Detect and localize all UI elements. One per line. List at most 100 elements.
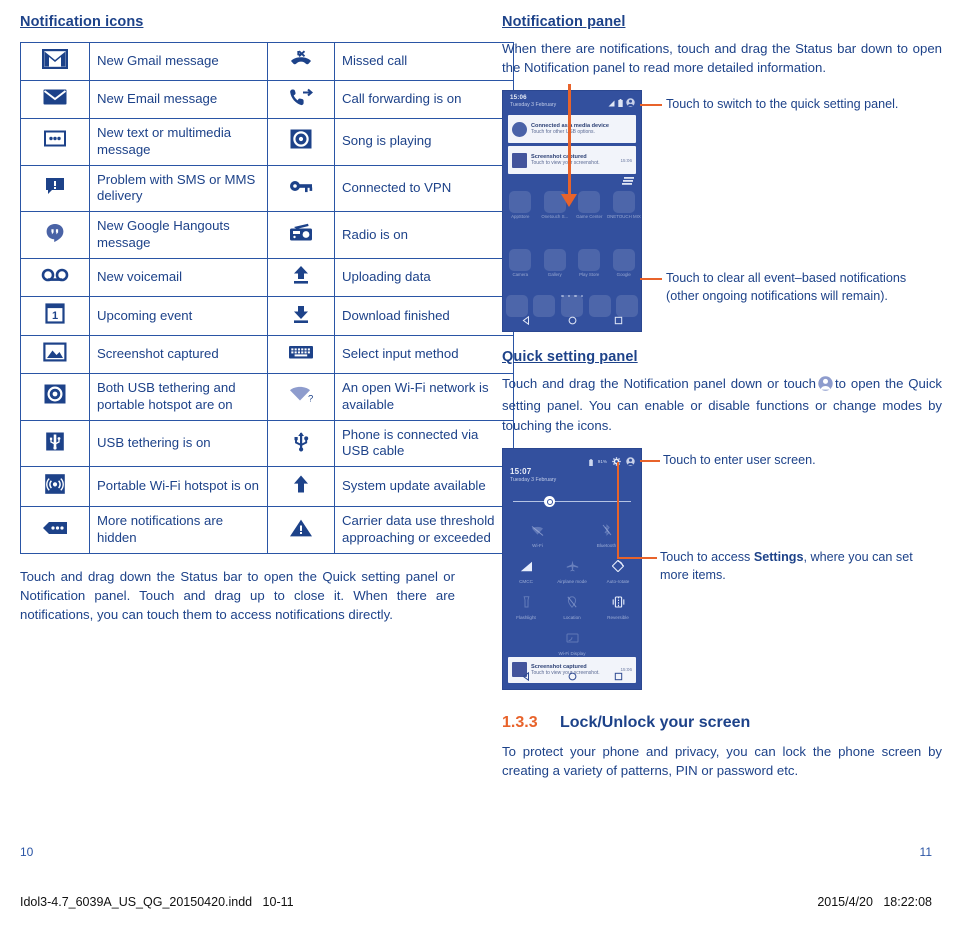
app-item[interactable]: AppStore bbox=[503, 191, 538, 219]
clear-all-bar[interactable] bbox=[508, 177, 636, 186]
qs-tile-wifi-display[interactable]: Wi-Fi Display bbox=[503, 631, 641, 656]
svg-text:?: ? bbox=[308, 394, 313, 404]
qs-tile-airplane[interactable]: Airplane mode bbox=[549, 559, 595, 584]
keyboard-icon bbox=[267, 334, 335, 374]
radio-icon bbox=[267, 211, 335, 260]
row-label: Song is playing bbox=[334, 117, 514, 166]
notification-panel-heading: Notification panel bbox=[502, 14, 626, 30]
app-item[interactable]: Game Center bbox=[572, 191, 607, 219]
app-item[interactable]: Gallery bbox=[538, 249, 573, 277]
qs-tile-label: Wi-Fi Display bbox=[558, 650, 586, 656]
row-label: New voicemail bbox=[89, 258, 268, 298]
table-row: New voicemail Uploading data bbox=[20, 258, 514, 298]
callout-pre: Touch to access bbox=[660, 549, 754, 564]
gallery-icon bbox=[543, 249, 566, 272]
app-label: ONETOUCH MIX bbox=[606, 214, 641, 220]
section-title: Lock/Unlock your screen bbox=[560, 713, 751, 731]
qs-tile-label: Flashlight bbox=[516, 614, 536, 620]
flashlight-icon bbox=[523, 596, 529, 608]
battery-percent: 91% bbox=[597, 459, 607, 465]
usb-tethering-icon bbox=[20, 419, 90, 468]
table-row: 1 Upcoming event Download finished bbox=[20, 296, 514, 336]
table-row: New Email message Call forwarding is on bbox=[20, 79, 514, 119]
callout-bold: Settings bbox=[753, 549, 804, 564]
qs-tile-label: CMCC bbox=[519, 578, 533, 584]
qs-tile-wifi[interactable]: Wi-Fi bbox=[503, 523, 572, 548]
qs-tile-reversible[interactable]: Reversible bbox=[595, 595, 641, 620]
qs-tile-bluetooth[interactable]: Bluetooth bbox=[572, 523, 641, 548]
brightness-slider[interactable] bbox=[513, 495, 631, 507]
notification-card[interactable]: Screenshot captured Touch to view your s… bbox=[508, 146, 636, 175]
recents-icon[interactable] bbox=[614, 668, 623, 686]
gear-leader-vertical bbox=[617, 461, 619, 559]
home-icon[interactable] bbox=[568, 312, 577, 330]
recents-icon[interactable] bbox=[614, 312, 623, 330]
status-icons bbox=[608, 94, 635, 112]
back-icon[interactable] bbox=[522, 312, 531, 330]
user-avatar-icon[interactable] bbox=[626, 453, 635, 471]
qs-tile-label: Wi-Fi bbox=[532, 542, 543, 548]
vpn-key-icon bbox=[267, 164, 335, 213]
missed-call-icon bbox=[267, 42, 335, 81]
download-icon bbox=[267, 296, 335, 336]
section-number: 1.3.3 bbox=[502, 713, 538, 731]
qs-tiles-row-4: Wi-Fi Display bbox=[503, 631, 641, 656]
notification-card[interactable]: Connected as a media device Touch for ot… bbox=[508, 115, 636, 144]
row-label: Select input method bbox=[334, 334, 514, 374]
call-forwarding-icon bbox=[267, 79, 335, 119]
brightness-knob[interactable] bbox=[543, 495, 555, 507]
app-label: Game Center bbox=[576, 214, 603, 220]
table-row: USB tethering is on Phone is connected v… bbox=[20, 419, 514, 468]
right-column: Notification panel When there are notifi… bbox=[502, 14, 942, 780]
callout-clear-notifications: Touch to clear all event–based notificat… bbox=[666, 271, 907, 304]
email-icon bbox=[20, 79, 90, 119]
nav-bar bbox=[503, 311, 641, 331]
open-wifi-icon: ? bbox=[267, 372, 335, 421]
app-label: Gallery bbox=[547, 272, 562, 278]
quick-setting-panel-paragraph: Touch and drag the Notification panel do… bbox=[502, 374, 942, 434]
section-header: 1.3.3 Lock/Unlock your screen bbox=[502, 714, 942, 732]
calendar-event-icon: 1 bbox=[20, 296, 90, 336]
avatar-leader bbox=[640, 459, 660, 462]
reversible-icon bbox=[612, 596, 624, 608]
qs-tile-location[interactable]: Location bbox=[549, 595, 595, 620]
callout-leader-top bbox=[640, 104, 662, 107]
notification-panel-paragraph: When there are notifications, touch and … bbox=[502, 41, 942, 76]
bluetooth-off-icon bbox=[602, 523, 611, 536]
app-item[interactable]: ONETOUCH MIX bbox=[607, 191, 642, 219]
qs-tiles-row-2: CMCC Airplane mode Auto-rotate bbox=[503, 559, 641, 584]
cast-icon bbox=[566, 633, 578, 643]
table-row: New Gmail message Missed call bbox=[20, 42, 514, 81]
qs-time: 15:07 bbox=[510, 466, 532, 476]
mobile-data-icon bbox=[520, 561, 532, 571]
row-label: New Email message bbox=[89, 79, 268, 119]
signal-icon bbox=[608, 94, 615, 112]
app-item[interactable]: Play Store bbox=[572, 249, 607, 277]
left-column: Notification icons New Gmail message Mis… bbox=[20, 14, 514, 624]
callout-leader-bottom bbox=[640, 278, 662, 281]
screenshot-thumb-icon bbox=[512, 152, 527, 168]
home-icon[interactable] bbox=[568, 668, 577, 686]
more-notifications-icon bbox=[20, 506, 90, 555]
svg-text:1: 1 bbox=[52, 310, 58, 322]
camera-icon bbox=[509, 249, 532, 272]
battery-icon bbox=[618, 94, 623, 112]
qs-tile-label: Location bbox=[563, 614, 581, 620]
notification-icons-table: New Gmail message Missed call New Email … bbox=[20, 42, 514, 555]
qs-tile-mobile-data[interactable]: CMCC bbox=[503, 559, 549, 584]
row-label: Portable Wi-Fi hotspot is on bbox=[89, 466, 268, 508]
qs-tile-flashlight[interactable]: Flashlight bbox=[503, 595, 549, 620]
app-item[interactable]: Camera bbox=[503, 249, 538, 277]
back-icon[interactable] bbox=[522, 668, 531, 686]
app-item[interactable]: Google bbox=[607, 249, 642, 277]
qs-tile-autorotate[interactable]: Auto-rotate bbox=[595, 559, 641, 584]
user-avatar-icon[interactable] bbox=[626, 94, 635, 112]
app-row-2: Camera Gallery Play Store Google bbox=[503, 249, 641, 277]
location-off-icon bbox=[567, 596, 577, 608]
upload-icon bbox=[267, 258, 335, 298]
row-label: Screenshot captured bbox=[89, 334, 268, 374]
status-date: Tuesday 3 February bbox=[510, 102, 557, 109]
data-warning-icon bbox=[267, 506, 335, 555]
onetouch-mix-icon bbox=[612, 191, 635, 214]
gear-leader-horizontal bbox=[617, 556, 657, 559]
